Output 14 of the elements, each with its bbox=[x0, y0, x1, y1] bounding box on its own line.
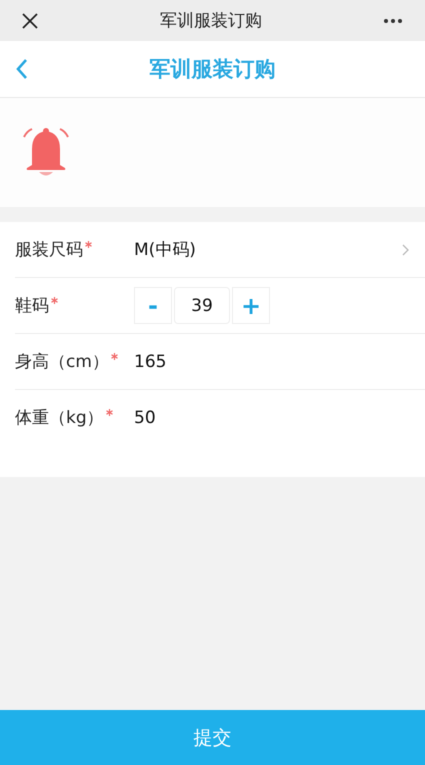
field-label: 服装尺码 bbox=[15, 239, 83, 261]
more-icon[interactable] bbox=[383, 18, 403, 24]
field-value[interactable]: 50 bbox=[134, 408, 409, 428]
chevron-icon bbox=[402, 244, 409, 256]
back-icon[interactable] bbox=[15, 58, 29, 80]
field-label: 鞋码 bbox=[15, 295, 49, 317]
close-icon[interactable] bbox=[21, 12, 39, 30]
select-value[interactable]: M(中码) bbox=[134, 238, 402, 261]
window-title: 军训服装订购 bbox=[160, 10, 262, 32]
field-label: 身高（cm） bbox=[15, 351, 109, 373]
quantity-field[interactable]: 39 bbox=[174, 287, 230, 324]
page-title: 军训服装订购 bbox=[150, 56, 276, 83]
field-label: 体重（kg） bbox=[15, 407, 104, 429]
field-value[interactable]: 165 bbox=[134, 352, 409, 372]
